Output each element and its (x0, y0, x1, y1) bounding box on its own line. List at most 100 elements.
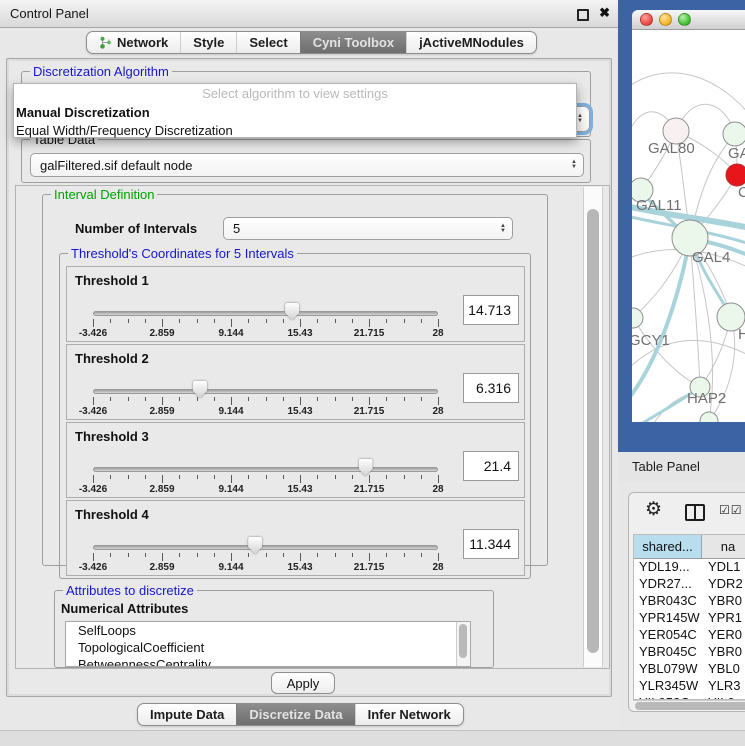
group-label: Interval Definition (51, 187, 157, 202)
table-cell-name[interactable]: YER0 (702, 627, 745, 642)
tick-mark (179, 475, 180, 479)
tick-mark (369, 397, 370, 405)
tick-mark (248, 319, 249, 323)
network-node[interactable] (700, 412, 718, 422)
threshold-panel: Threshold 2-3.4262.8599.14415.4321.71528… (66, 344, 525, 420)
network-node[interactable] (723, 122, 745, 146)
table-cell-shared-name[interactable]: YBR043C (634, 593, 702, 608)
table-cell-shared-name[interactable]: YBL079W (634, 661, 702, 676)
table-cell-name[interactable]: YDR2 (702, 576, 745, 591)
apply-button[interactable]: Apply (271, 672, 335, 694)
number-of-intervals-combobox[interactable]: 5 ▲▼ (223, 217, 513, 240)
close-icon[interactable]: ✖ (599, 5, 610, 21)
tick-label: 2.859 (142, 562, 182, 573)
table-cell-name[interactable]: YDL1 (702, 559, 745, 574)
table-cell-shared-name[interactable]: YPR145W (634, 610, 702, 625)
table-row[interactable]: YPR145WYPR1 (634, 609, 745, 626)
tick-mark (335, 397, 336, 401)
tick-mark (145, 475, 146, 479)
table-cell-shared-name[interactable]: YBR045C (634, 644, 702, 659)
tick-mark (128, 553, 129, 557)
float-window-icon[interactable] (577, 9, 589, 21)
network-node[interactable] (726, 164, 745, 186)
settings-gear-icon[interactable]: ⚙ (645, 500, 662, 519)
tab-infer-network[interactable]: Infer Network (355, 704, 463, 725)
numerical-attributes-list[interactable]: SelfLoopsTopologicalCoefficientBetweenne… (65, 621, 471, 667)
table-row[interactable]: YDL19...YDL1 (634, 558, 745, 575)
tab-select[interactable]: Select (236, 32, 299, 53)
threshold-value-field[interactable]: 21.4 (463, 451, 519, 481)
tick-label: -3.426 (73, 562, 113, 573)
tick-mark (421, 553, 422, 557)
table-data-combobox[interactable]: galFiltered.sif default node ▲▼ (30, 153, 584, 177)
table-row[interactable]: YBL079WYBL0 (634, 660, 745, 677)
split-columns-icon[interactable] (685, 504, 705, 521)
attribute-list-item[interactable]: BetweennessCentrality (66, 656, 470, 667)
scrollbar-thumb[interactable] (587, 209, 599, 653)
table-cell-shared-name[interactable]: YER054C (634, 627, 702, 642)
slider-thumb[interactable] (285, 303, 299, 320)
dropdown-option-manual-discretization[interactable]: Manual Discretization (14, 103, 576, 121)
tab-discretize-data[interactable]: Discretize Data (236, 704, 354, 725)
tab-cyni-toolbox[interactable]: Cyni Toolbox (300, 32, 406, 53)
list-scrollbar[interactable] (456, 622, 470, 666)
vertical-scrollbar[interactable] (583, 187, 603, 667)
tick-mark (93, 319, 94, 327)
threshold-value-field[interactable]: 6.316 (463, 373, 519, 403)
tick-mark (93, 475, 94, 483)
slider-ticks: -3.4262.8599.14415.4321.71528 (67, 423, 524, 497)
close-traffic-light[interactable] (640, 13, 653, 26)
table-cell-name[interactable]: YBR0 (702, 644, 745, 659)
threshold-value-field[interactable]: 11.344 (463, 529, 519, 559)
tick-mark (283, 475, 284, 479)
right-side-area: GAL80GACGAL11GAL4GCY1HHAP2 Table Panel ⚙… (618, 0, 745, 745)
column-header-shared-name[interactable]: shared... (634, 535, 702, 558)
threshold-value-field[interactable]: 14.713 (463, 295, 519, 325)
column-header-name[interactable]: na (702, 535, 745, 558)
dropdown-placeholder-item[interactable]: Select algorithm to view settings (14, 84, 576, 103)
table-cell-shared-name[interactable]: YLR345W (634, 678, 702, 693)
attributes-group: Attributes to discretize Numerical Attri… (54, 590, 494, 668)
horizontal-scrollbar[interactable] (633, 700, 745, 711)
table-cell-shared-name[interactable]: YDR27... (634, 576, 702, 591)
table-cell-shared-name[interactable]: YIL052C (634, 695, 702, 699)
combo-value: galFiltered.sif default node (40, 158, 192, 173)
cyni-toolbox-panel: Discretization Algorithm ▲▼ Table Data g… (6, 58, 612, 697)
minimize-traffic-light[interactable] (659, 13, 672, 26)
table-row[interactable]: YIL052CYIL0 (634, 694, 745, 699)
slider-thumb[interactable] (359, 459, 373, 476)
attribute-list-item[interactable]: TopologicalCoefficient (66, 639, 470, 656)
scrollbar-thumb[interactable] (459, 624, 467, 658)
table-row[interactable]: YBR045CYBR0 (634, 643, 745, 660)
attribute-list-item[interactable]: SelfLoops (66, 622, 470, 639)
table-cell-name[interactable]: YLR3 (702, 678, 745, 693)
slider-thumb[interactable] (248, 537, 262, 554)
select-columns-icon[interactable]: ☑☑ (719, 503, 743, 517)
table-cell-name[interactable]: YIL0 (702, 695, 745, 699)
group-label: Discretization Algorithm (30, 64, 172, 79)
tab-jactivemnodules[interactable]: jActiveMNodules (406, 32, 536, 53)
network-canvas[interactable]: GAL80GACGAL11GAL4GCY1HHAP2 (632, 30, 745, 422)
tab-style[interactable]: Style (180, 32, 236, 53)
table-row[interactable]: YLR345WYLR3 (634, 677, 745, 694)
tab-label: jActiveMNodules (419, 35, 524, 50)
table-row[interactable]: YDR27...YDR2 (634, 575, 745, 592)
tab-impute-data[interactable]: Impute Data (138, 704, 236, 725)
table-row[interactable]: YBR043CYBR0 (634, 592, 745, 609)
tick-label: 9.144 (211, 562, 251, 573)
table-row[interactable]: YER054CYER0 (634, 626, 745, 643)
table-cell-shared-name[interactable]: YDL19... (634, 559, 702, 574)
tick-label: 2.859 (142, 328, 182, 339)
table-cell-name[interactable]: YBL0 (702, 661, 745, 676)
tab-network[interactable]: Network (87, 32, 180, 53)
dropdown-option-equal-width-frequency[interactable]: Equal Width/Frequency Discretization (14, 121, 576, 139)
tick-mark (214, 553, 215, 557)
tick-mark (93, 553, 94, 561)
network-node[interactable] (632, 308, 643, 328)
table-panel-body: ⚙ ☑☑ shared... na YDL19...YDL1YDR27...YD… (628, 492, 745, 712)
zoom-traffic-light[interactable] (678, 13, 691, 26)
slider-thumb[interactable] (193, 381, 207, 398)
table-cell-name[interactable]: YPR1 (702, 610, 745, 625)
table-cell-name[interactable]: YBR0 (702, 593, 745, 608)
scrollbar-thumb[interactable] (635, 702, 745, 710)
